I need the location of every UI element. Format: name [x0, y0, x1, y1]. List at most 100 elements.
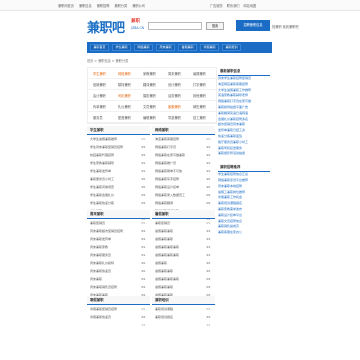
item-title[interactable]: 暑假兼职兼职 — [155, 227, 206, 235]
item-title[interactable]: 周末兼职超市促销员招聘 — [90, 227, 141, 235]
list-item[interactable]: 网络兼职在家可做兼职 05-11 — [152, 151, 215, 165]
item-title[interactable]: 暑假兼职兼职 — [155, 267, 206, 275]
list-item[interactable]: 周末兼职超市促销员招聘 05-12 — [87, 227, 150, 241]
list-item[interactable]: 网络兼职设计接单 05-09 — [152, 183, 215, 197]
top-link[interactable]: 兼职公司 — [132, 3, 145, 8]
category-link[interactable]: 销售兼职 — [188, 104, 213, 109]
list-item[interactable]: 周末兼职 05-09 — [87, 275, 150, 289]
category-link[interactable]: 客服兼职 — [163, 104, 188, 109]
block-title[interactable]: 暑假兼职 — [152, 210, 215, 219]
category-link[interactable]: 家教兼职 — [138, 71, 163, 76]
category-link[interactable]: 促销兼职 — [88, 82, 113, 87]
item-title[interactable]: 网络兼职录入数据员工 — [155, 191, 206, 199]
list-item[interactable]: 周末兼职服务员 05-10 — [87, 251, 150, 265]
category-link[interactable]: 话务兼职 — [163, 93, 188, 98]
category-link[interactable]: 礼仪兼职 — [113, 104, 138, 109]
top-link[interactable]: 联系我们 — [227, 3, 240, 8]
block-title[interactable]: 学生兼职 — [87, 126, 150, 135]
item-title[interactable]: 学生兼职快递分拣 — [90, 199, 141, 207]
category-link[interactable]: 服务员 — [88, 115, 113, 120]
item-title[interactable]: 暑假兼职 — [155, 259, 206, 267]
list-item[interactable]: 暑假兼职 05-10 — [152, 259, 215, 273]
list-item[interactable]: 暑假兼职兼职兼职 05-09 — [152, 275, 215, 289]
list-item[interactable]: 校园兼职代理招聘 05-11 — [87, 151, 150, 165]
top-link[interactable]: 兼职招聘 — [97, 3, 110, 8]
item-title[interactable]: 网络兼职写手招聘 — [155, 175, 206, 183]
item-title[interactable]: 学生兼职问卷调查 — [90, 183, 141, 191]
nav-item[interactable]: 网络兼职 — [134, 44, 153, 51]
category-link[interactable]: 设计兼职 — [163, 82, 188, 87]
item-title[interactable]: 兼职服务员小时工 — [90, 175, 141, 183]
nav-item[interactable]: 暑假兼职 — [178, 44, 197, 51]
search-input[interactable] — [148, 22, 202, 30]
block-title[interactable]: 周末兼职 — [87, 210, 150, 219]
nav-item[interactable]: 学生兼职 — [112, 44, 131, 51]
category-link[interactable]: 暑期兼职 — [188, 71, 213, 76]
item-title[interactable]: 网络兼职设计接单 — [155, 183, 206, 191]
nav-item[interactable]: 周末兼职 — [156, 44, 175, 51]
item-title[interactable]: 网络兼职打字员 — [155, 143, 206, 151]
nav-item[interactable]: 兼职首页 — [90, 44, 109, 51]
list-item[interactable]: 暑假兼职兼职 05-12 — [152, 227, 215, 241]
category-link[interactable]: 导游兼职 — [163, 115, 188, 120]
nav-item[interactable]: 寒假兼职 — [200, 44, 219, 51]
list-item[interactable]: 周末兼职礼仪模特 05-10 — [87, 259, 150, 273]
category-link[interactable]: 周末兼职 — [163, 71, 188, 76]
category-link[interactable]: 打字兼职 — [188, 82, 213, 87]
list-item[interactable]: 网络兼职录入数据员工 05-09 — [152, 191, 215, 205]
item-title[interactable]: 周末兼职销售员招聘 — [90, 283, 141, 291]
list-item[interactable]: 淘宝兼职客服招聘 05-12 — [152, 135, 215, 149]
category-link[interactable]: 摄影兼职 — [138, 93, 163, 98]
list-item[interactable]: 周末兼职发传单 05-11 — [87, 235, 150, 249]
list-item[interactable]: 寒假兼职促销员招聘 05-12 — [87, 305, 150, 319]
top-link[interactable]: 兼职信息 — [79, 3, 92, 8]
item-title[interactable]: 淘宝兼职客服招聘 — [155, 135, 206, 143]
list-item[interactable]: 暑假兼职兼职兼职 05-10 — [152, 251, 215, 265]
category-link[interactable]: 其他兼职 — [188, 93, 213, 98]
list-item[interactable]: 周末兼职家教 05-11 — [87, 243, 150, 257]
item-title[interactable]: 暑假兼职兼职 — [155, 283, 206, 291]
list-item[interactable]: 网络兼职推广员 05-11 — [152, 159, 215, 173]
nav-item[interactable]: 兼职培训 — [222, 44, 241, 51]
item-title[interactable]: 周末兼职快递员 — [90, 267, 141, 275]
category-link[interactable]: 司机兼职 — [113, 93, 138, 98]
item-title[interactable]: 暑假兼职兼职 — [155, 235, 206, 243]
item-title[interactable]: 学生兼职会展礼仪 — [90, 191, 141, 199]
item-title[interactable]: 兼职促销员 — [90, 219, 141, 227]
category-link[interactable]: 学生兼职 — [88, 71, 113, 76]
list-item[interactable]: 兼职培训报名 05-12 — [152, 313, 215, 327]
item-title[interactable]: 周末兼职 — [90, 275, 141, 283]
list-item[interactable]: 寒假兼职快递员 05-12 — [87, 313, 150, 327]
post-job-button[interactable]: 招聘兼职信息 — [236, 20, 270, 31]
list-item[interactable]: 大学生暑假兼职推荐 05-12 — [87, 135, 150, 149]
category-link[interactable]: 模特兼职 — [113, 82, 138, 87]
list-item[interactable]: 兼职服务员小时工 05-10 — [87, 175, 150, 189]
list-item[interactable]: 网络兼职打字员 05-12 — [152, 143, 215, 157]
item-title[interactable]: 周末兼职礼仪模特 — [90, 259, 141, 267]
list-item[interactable]: 暑假兼职兼职 05-11 — [152, 235, 215, 249]
sidebar-link[interactable]: 兼职客服在家办公 — [218, 230, 270, 236]
list-item[interactable]: 学生周末兼职促销员招聘 05-12 — [87, 143, 150, 157]
item-title[interactable]: 兼职培训报名 — [155, 313, 206, 321]
item-title[interactable]: 周末兼职家教 — [90, 243, 141, 251]
list-item[interactable]: 学生兼职快递分拣05-08 — [87, 199, 150, 213]
list-item[interactable]: 兼职促销员 05-12 — [87, 219, 150, 233]
list-item[interactable]: 学生兼职发传单 05-10 — [87, 167, 150, 181]
top-link[interactable]: 兼职分类 — [114, 3, 127, 8]
item-title[interactable]: 网络兼职推广员 — [155, 159, 206, 167]
list-item[interactable]: 学生兼职问卷调查 05-09 — [87, 183, 150, 197]
site-logo[interactable]: 兼职吧 兼职 JZBA.CN — [87, 16, 147, 37]
item-title[interactable]: 暑假兼职兼职兼职 — [155, 251, 206, 259]
category-link[interactable]: 网络兼职 — [113, 71, 138, 76]
item-title[interactable]: 网络兼职刷单不可信 — [155, 167, 206, 175]
block-title[interactable]: 兼职培训 — [152, 296, 215, 305]
list-item[interactable]: 兼职培训课程 05-12 — [152, 305, 215, 319]
list-item[interactable]: 兼职促销员 05-12 — [152, 219, 215, 233]
category-link[interactable]: 文员兼职 — [138, 104, 163, 109]
item-title[interactable]: 学生兼职发传单 — [90, 167, 141, 175]
category-link[interactable]: 技工兼职 — [188, 115, 213, 120]
list-item[interactable]: 暑假兼职兼职05-08 — [152, 283, 215, 297]
list-item[interactable]: 暑假兼职兼职兼职 05-11 — [152, 243, 215, 257]
list-item[interactable]: 周末兼职快递员 05-09 — [87, 267, 150, 281]
item-title[interactable]: 周末兼职发传单 — [90, 235, 141, 243]
